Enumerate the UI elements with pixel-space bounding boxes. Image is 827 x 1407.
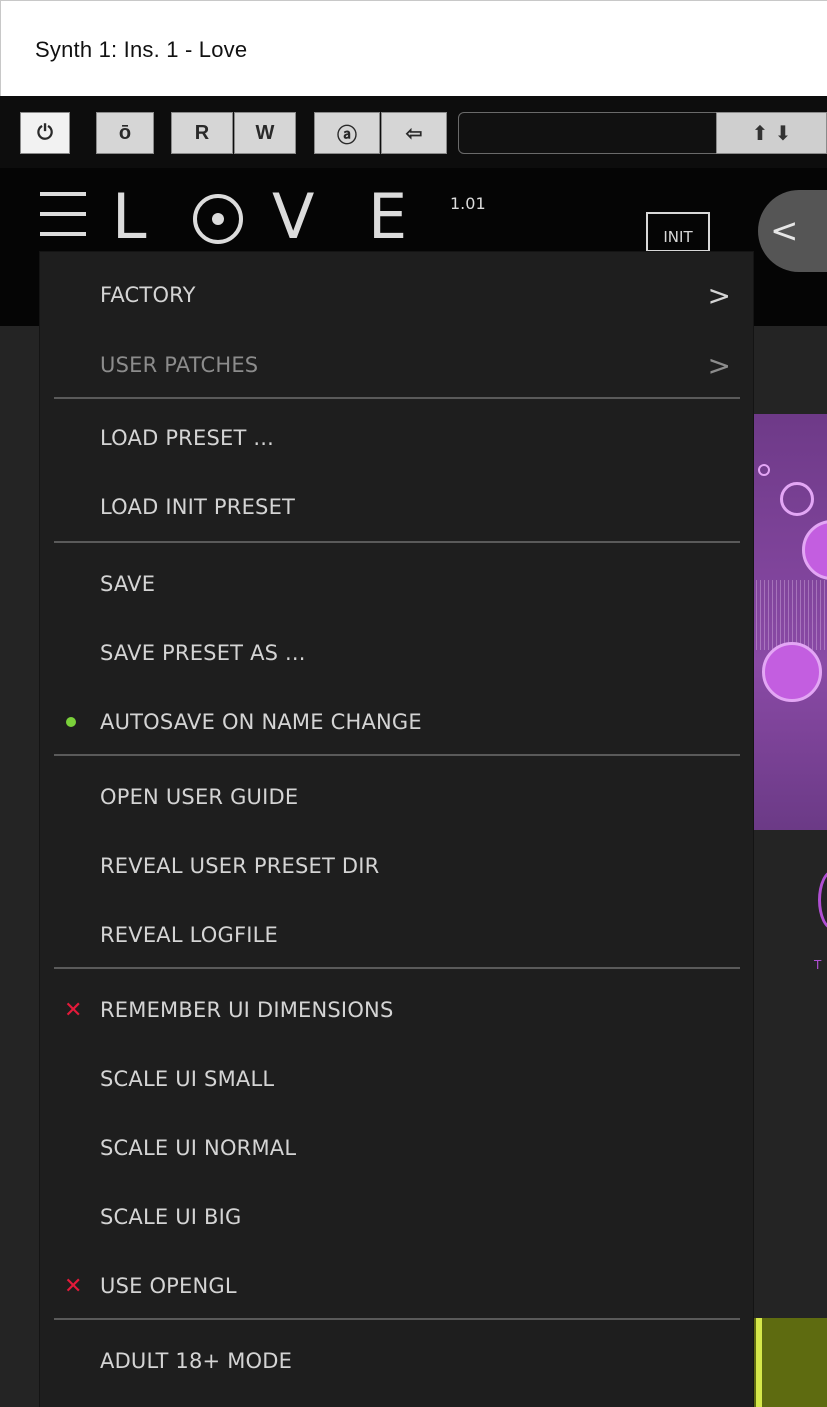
menu-separator [54,397,740,399]
menu-item-factory[interactable]: FACTORY > [40,262,753,328]
chevron-right-icon: > [707,348,731,382]
up-down-arrows-icon: ⬆ ⬇ [751,121,792,145]
menu-item-reveal-logfile[interactable]: REVEAL LOGFILE [40,902,753,968]
bubble-icon [780,482,814,516]
write-label: W [255,121,275,144]
menu-item-scale-ui-normal[interactable]: SCALE UI NORMAL [40,1115,753,1181]
menu-item-open-user-guide[interactable]: OPEN USER GUIDE [40,764,753,830]
knob-label: T [814,958,822,972]
menu-item-adult-mode[interactable]: ADULT 18+ MODE [40,1328,753,1394]
menu-separator [54,1318,740,1320]
menu-item-load-preset[interactable]: LOAD PRESET ... [40,405,753,471]
menu-item-label: LOAD INIT PRESET [100,495,296,519]
read-label: R [194,121,210,144]
menu-item-user-patches[interactable]: USER PATCHES > [40,332,753,398]
init-button[interactable]: INIT [646,212,710,252]
menu-item-label: SAVE [100,572,156,596]
chevron-left-icon: < [770,211,799,251]
chevron-right-icon: > [707,278,731,312]
window-title-bar: Synth 1: Ins. 1 - Love [0,0,827,96]
power-icon: ⏻ [37,121,53,144]
menu-item-label: FACTORY [100,283,196,307]
menu-item-reveal-user-preset-dir[interactable]: REVEAL USER PRESET DIR [40,833,753,899]
auto-button[interactable]: ⓐ [314,112,380,154]
menu-item-label: SCALE UI SMALL [100,1067,275,1091]
menu-item-save-preset-as[interactable]: SAVE PRESET AS ... [40,620,753,686]
menu-item-label: AUTOSAVE ON NAME CHANGE [100,710,422,734]
hamburger-menu-icon[interactable] [40,192,86,240]
menu-item-label: OPEN USER GUIDE [100,785,299,809]
menu-item-label: REVEAL LOGFILE [100,923,279,947]
bubble-icon [762,642,822,702]
back-arrow-icon: ⇦ [405,122,423,145]
back-button[interactable]: ⇦ [381,112,447,154]
menu-separator [54,541,740,543]
logo-o-icon [193,194,243,244]
menu-item-label: LOAD PRESET ... [100,426,274,450]
cross-icon: ✕ [64,1273,83,1299]
menu-item-load-init-preset[interactable]: LOAD INIT PRESET [40,474,753,540]
logo-letter-l: L [112,180,147,253]
read-automation-button[interactable]: R [171,112,233,154]
menu-item-autosave[interactable]: AUTOSAVE ON NAME CHANGE [40,689,753,755]
bubble-icon [758,464,770,476]
checked-dot-icon [66,717,76,727]
preset-name-field[interactable] [458,112,720,154]
menu-item-use-opengl[interactable]: ✕ USE OPENGL [40,1253,753,1319]
bypass-button[interactable]: ō [96,112,154,154]
menu-item-label: SCALE UI BIG [100,1205,242,1229]
menu-item-scale-ui-small[interactable]: SCALE UI SMALL [40,1046,753,1112]
menu-item-scale-ui-big[interactable]: SCALE UI BIG [40,1184,753,1250]
menu-separator [54,754,740,756]
logo-letter-e: E [368,180,408,253]
menu-item-label: REVEAL USER PRESET DIR [100,854,380,878]
power-button[interactable]: ⏻ [20,112,70,154]
menu-item-remember-ui-dimensions[interactable]: ✕ REMEMBER UI DIMENSIONS [40,977,753,1043]
waveform-trace [752,580,827,650]
bypass-icon: ō [118,121,132,144]
cross-icon: ✕ [64,997,83,1023]
menu-item-label: USER PATCHES [100,353,259,377]
menu-separator [54,967,740,969]
auto-icon: ⓐ [337,124,357,147]
preset-up-down-arrows[interactable]: ⬆ ⬇ [716,112,827,154]
menu-item-save[interactable]: SAVE [40,551,753,617]
menu-item-label: SCALE UI NORMAL [100,1136,297,1160]
write-automation-button[interactable]: W [234,112,296,154]
menu-item-label: REMEMBER UI DIMENSIONS [100,998,394,1022]
logo-letter-v: V [272,180,315,253]
init-label: INIT [663,228,693,246]
menu-item-label: SAVE PRESET AS ... [100,641,306,665]
menu-item-label: ADULT 18+ MODE [100,1349,293,1373]
window-title: Synth 1: Ins. 1 - Love [35,37,248,62]
version-label: 1.01 [450,194,486,213]
menu-item-label: USE OPENGL [100,1274,237,1298]
